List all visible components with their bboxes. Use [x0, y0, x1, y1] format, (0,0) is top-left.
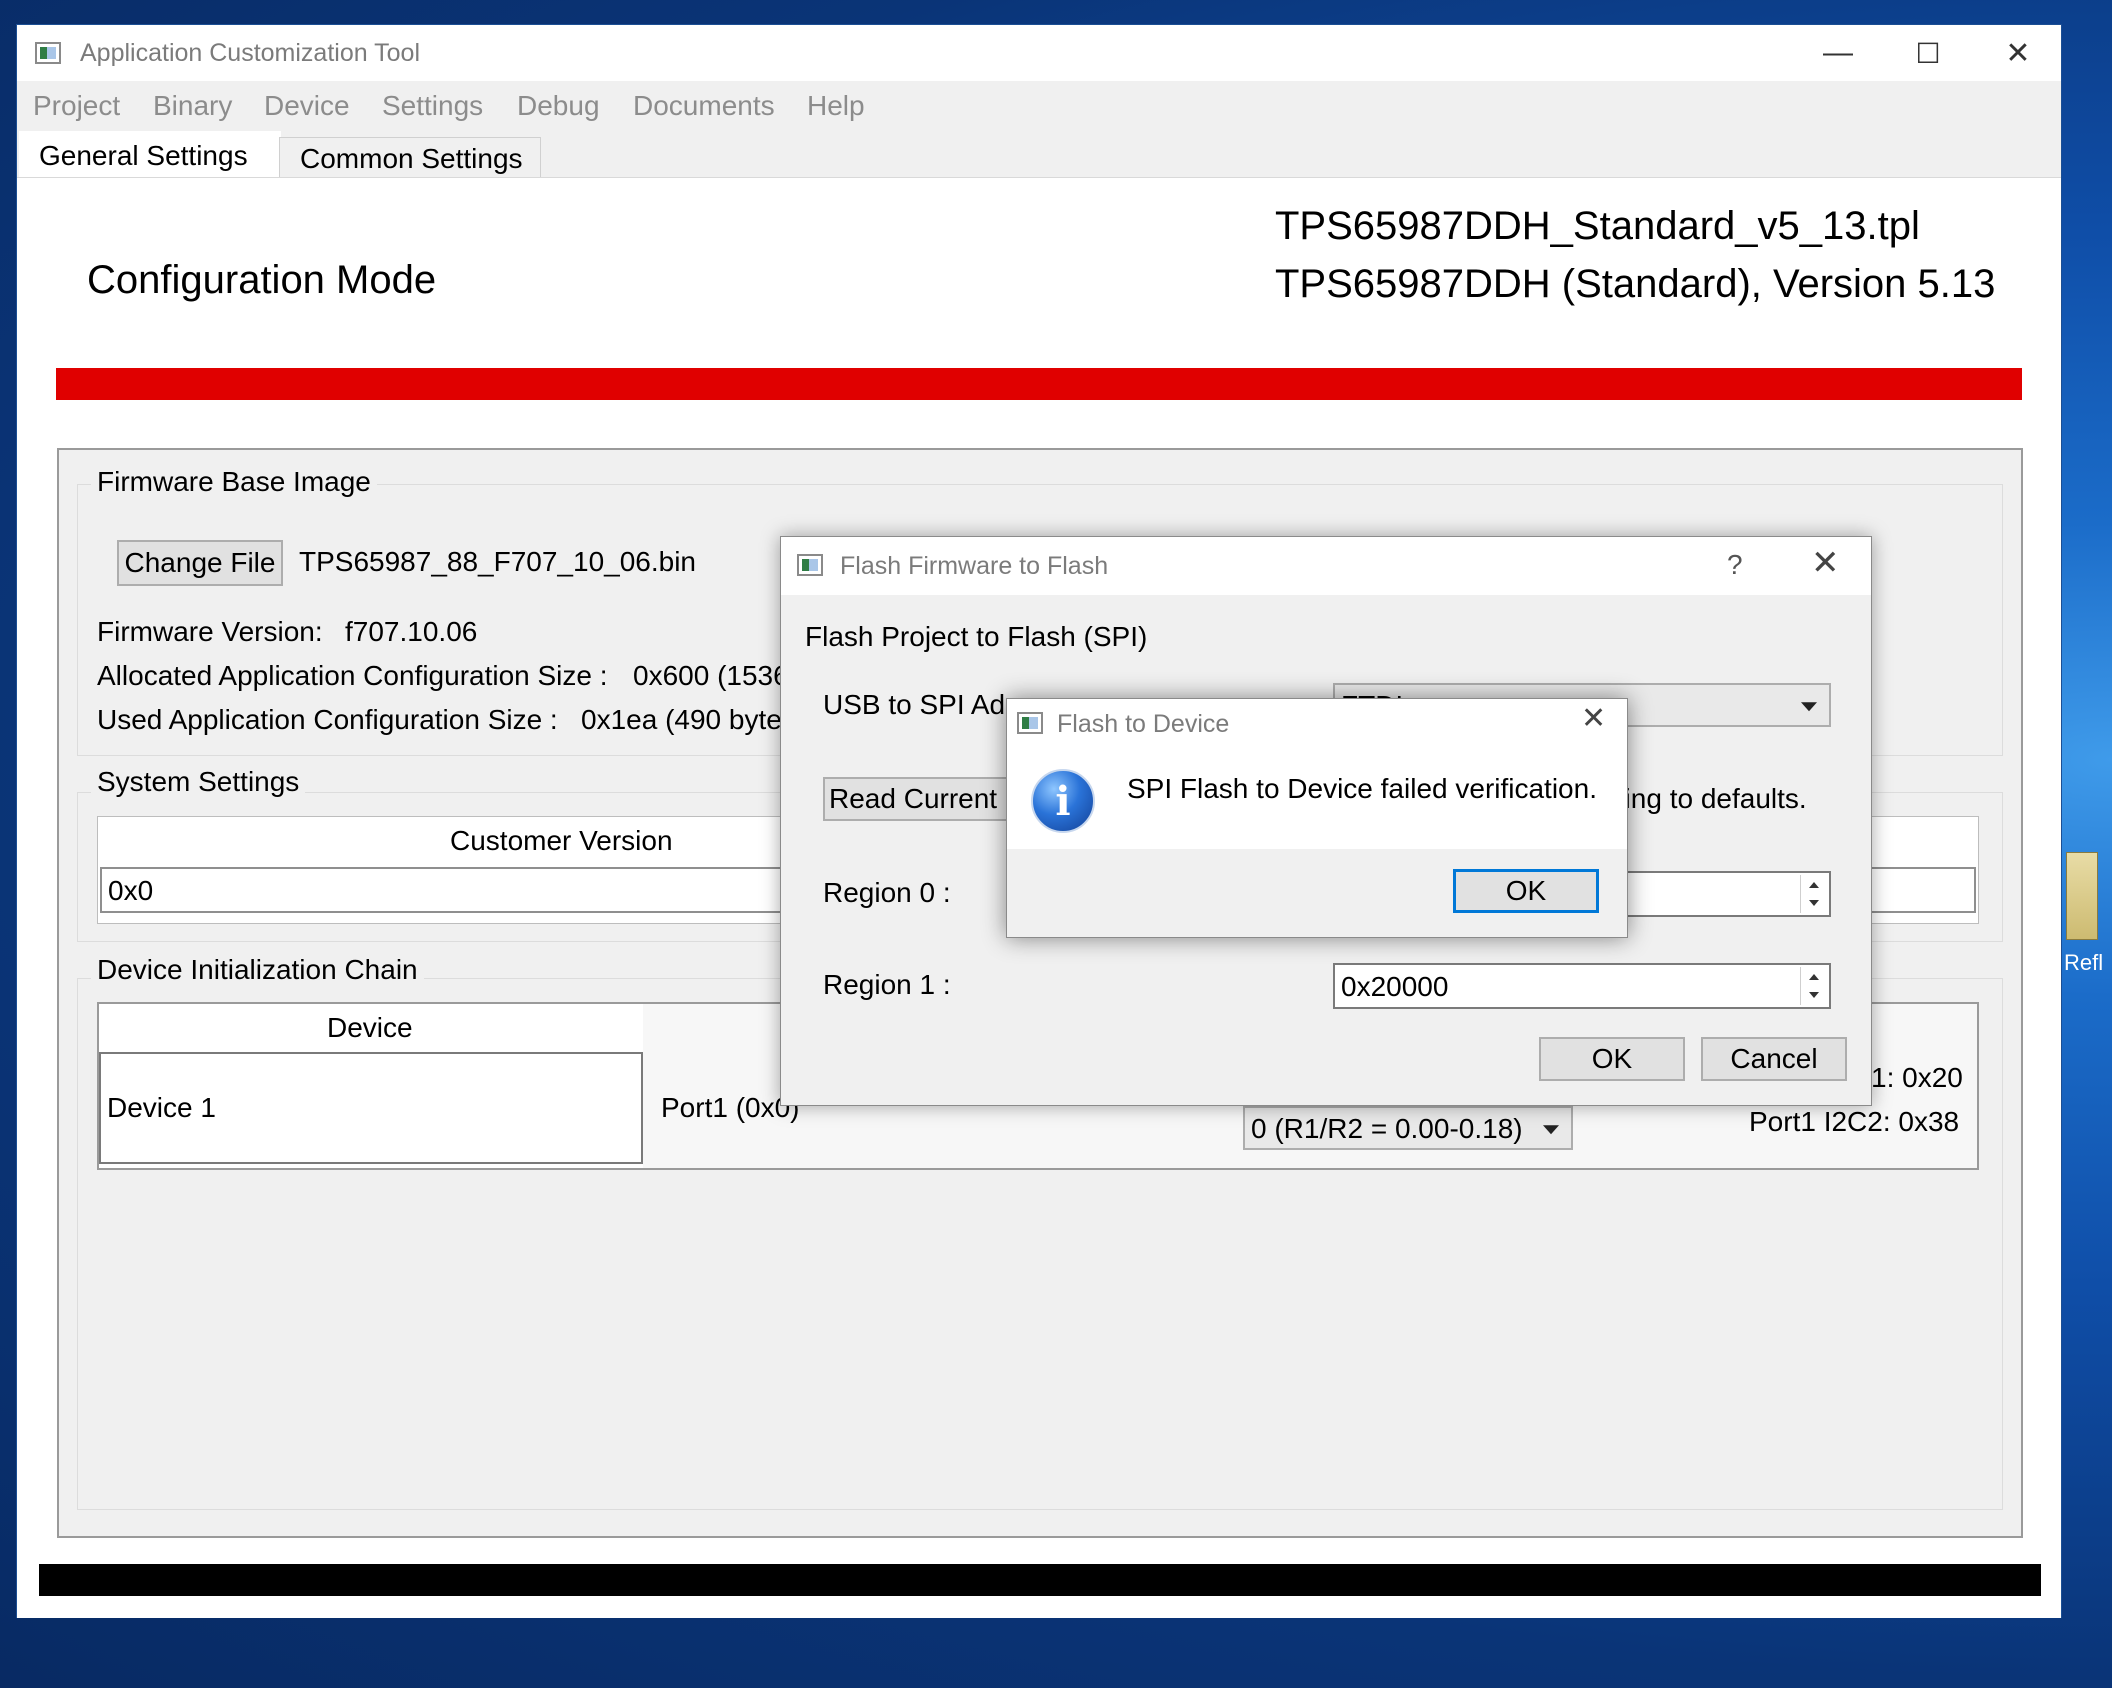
- change-file-button[interactable]: Change File: [117, 540, 283, 586]
- dialog-app-icon: [797, 554, 823, 576]
- msg-dialog-title-bar[interactable]: Flash to Device ✕: [1007, 699, 1627, 739]
- region0-spin-buttons[interactable]: [1800, 875, 1827, 913]
- msg-body: i SPI Flash to Device failed verificatio…: [1007, 739, 1627, 849]
- region1-value: 0x20000: [1341, 971, 1449, 1002]
- used-size-value: 0x1ea (490 byte: [581, 704, 782, 735]
- read-current-button[interactable]: Read Current: [823, 777, 1013, 821]
- help-icon[interactable]: ?: [1727, 549, 1743, 581]
- desktop-icon-label[interactable]: Refl: [2064, 950, 2103, 976]
- i2c1-address: 1: 0x20: [1871, 1062, 1963, 1093]
- maximize-button[interactable]: ☐: [1883, 25, 1973, 81]
- tab-common-settings[interactable]: Common Settings: [279, 137, 541, 179]
- msg-dialog-title: Flash to Device: [1057, 710, 1230, 738]
- menu-project[interactable]: Project: [33, 90, 120, 122]
- region1-label: Region 1 :: [823, 969, 951, 1000]
- template-filename: TPS65987DDH_Standard_v5_13.tpl: [1275, 204, 1920, 248]
- menu-debug[interactable]: Debug: [517, 90, 600, 122]
- menu-settings[interactable]: Settings: [382, 90, 483, 122]
- msg-dialog-app-icon: [1017, 712, 1043, 734]
- customer-version-header: Customer Version: [450, 825, 673, 856]
- msg-ok-button[interactable]: OK: [1453, 869, 1599, 913]
- used-size-label: Used Application Configuration Size :: [97, 704, 558, 735]
- tab-strip: General Settings Common Settings: [17, 129, 2061, 181]
- msg-text: SPI Flash to Device failed verification.: [1127, 773, 1597, 804]
- status-bar-red: [56, 368, 2022, 400]
- title-bar[interactable]: Application Customization Tool — ☐ ✕: [17, 25, 2061, 81]
- menu-documents[interactable]: Documents: [633, 90, 775, 122]
- region1-spinbox[interactable]: 0x20000: [1333, 963, 1831, 1009]
- chain-group-title: Device Initialization Chain: [91, 954, 424, 986]
- device-cell[interactable]: Device 1: [99, 1052, 643, 1164]
- region1-spin-buttons[interactable]: [1800, 967, 1827, 1005]
- firmware-filename: TPS65987_88_F707_10_06.bin: [299, 546, 697, 577]
- defaults-text: tting to defaults.: [1609, 783, 1807, 814]
- customer-version-value: 0x0: [108, 875, 154, 906]
- alloc-size-label: Allocated Application Configuration Size…: [97, 660, 608, 691]
- msg-dialog-close-icon[interactable]: ✕: [1581, 701, 1606, 736]
- flash-cancel-button[interactable]: Cancel: [1701, 1037, 1847, 1081]
- device-version: TPS65987DDH (Standard), Version 5.13: [1275, 262, 1996, 306]
- flash-dialog-title: Flash Firmware to Flash: [840, 552, 1109, 580]
- app-icon: [35, 42, 61, 64]
- info-icon: i: [1031, 769, 1095, 833]
- device-column-header: Device: [327, 1012, 413, 1043]
- flash-dialog-heading: Flash Project to Flash (SPI): [805, 621, 1148, 652]
- close-button[interactable]: ✕: [1973, 25, 2063, 81]
- chevron-down-icon: [1543, 1125, 1559, 1135]
- firmware-version-value: f707.10.06: [345, 616, 478, 647]
- flash-dialog-close-icon[interactable]: ✕: [1811, 543, 1840, 583]
- flash-ok-button[interactable]: OK: [1539, 1037, 1685, 1081]
- desktop-folder-icon[interactable]: [2066, 852, 2098, 940]
- spin-up-icon: [1809, 974, 1819, 980]
- address-select-value: 0 (R1/R2 = 0.00-0.18): [1251, 1113, 1523, 1144]
- adapter-label: USB to SPI Ada: [823, 689, 1021, 720]
- page-title: Configuration Mode: [87, 258, 437, 302]
- spin-up-icon: [1809, 882, 1819, 888]
- menu-device[interactable]: Device: [264, 90, 350, 122]
- region0-label: Region 0 :: [823, 877, 951, 908]
- flash-to-device-dialog: Flash to Device ✕ i SPI Flash to Device …: [1006, 698, 1628, 938]
- tab-general-settings[interactable]: General Settings: [19, 131, 281, 181]
- device-name: Device 1: [107, 1092, 216, 1123]
- status-bar-black: [39, 1564, 2041, 1596]
- firmware-group-title: Firmware Base Image: [91, 466, 377, 498]
- system-group-title: System Settings: [91, 766, 306, 798]
- spin-down-icon: [1809, 992, 1819, 998]
- i2c2-address: Port1 I2C2: 0x38: [1749, 1106, 1960, 1137]
- alloc-size-value: 0x600 (1536: [633, 660, 789, 691]
- menu-binary[interactable]: Binary: [153, 90, 232, 122]
- address-select[interactable]: 0 (R1/R2 = 0.00-0.18): [1243, 1106, 1573, 1150]
- device-column: Device Device 1: [99, 1004, 644, 1168]
- flash-dialog-title-bar[interactable]: Flash Firmware to Flash ? ✕: [781, 537, 1871, 595]
- spin-down-icon: [1809, 900, 1819, 906]
- port-value: Port1 (0x0): [661, 1092, 800, 1123]
- window-title: Application Customization Tool: [80, 39, 421, 67]
- chevron-down-icon: [1801, 702, 1817, 712]
- firmware-version-label: Firmware Version:: [97, 616, 323, 647]
- menu-bar: Project Binary Device Settings Debug Doc…: [17, 81, 2061, 129]
- menu-help[interactable]: Help: [807, 90, 865, 122]
- minimize-button[interactable]: —: [1793, 25, 1883, 81]
